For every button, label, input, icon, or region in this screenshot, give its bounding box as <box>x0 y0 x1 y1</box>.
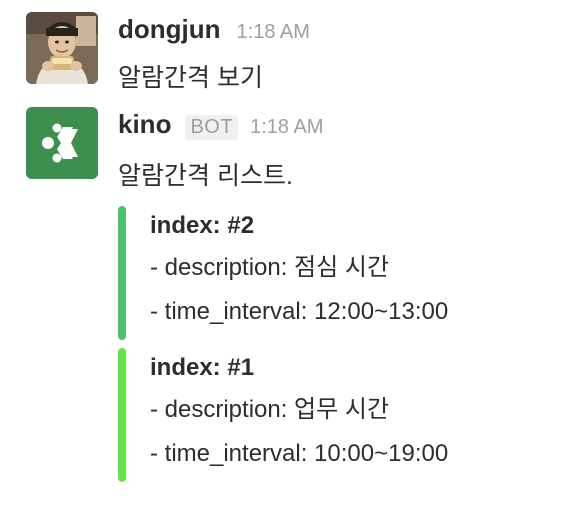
user-photo-icon <box>26 12 98 84</box>
attachment-field-time-interval: - time_interval: 10:00~19:00 <box>150 440 449 467</box>
sender-name[interactable]: kino <box>118 109 171 140</box>
attachment-field-description: - description: 점심 시간 <box>150 254 390 281</box>
attachment-title: index: #1 <box>150 354 255 381</box>
kino-logo-icon <box>26 107 98 179</box>
user-avatar[interactable] <box>26 12 98 84</box>
message-header: dongjun 1:18 AM <box>118 14 310 54</box>
bot-badge: BOT <box>185 115 239 140</box>
sender-name[interactable]: dongjun <box>118 14 221 45</box>
attachment-field-description: - description: 업무 시간 <box>150 396 390 423</box>
message-timestamp[interactable]: 1:18 AM <box>237 21 310 44</box>
message-timestamp[interactable]: 1:18 AM <box>250 116 323 139</box>
bot-avatar[interactable] <box>26 107 98 179</box>
attachment-index-2: index: #2 - description: 점심 시간 - time_in… <box>118 206 558 340</box>
message-header: kino BOT 1:18 AM <box>118 109 323 149</box>
attachment-content: index: #1 - description: 업무 시간 - time_in… <box>150 348 558 476</box>
message-dongjun: dongjun 1:18 AM 알람간격 보기 <box>0 0 584 100</box>
attachment-field-time-interval: - time_interval: 12:00~13:00 <box>150 298 449 325</box>
message-kino: kino BOT 1:18 AM 알람간격 리스트. index: #2 - d… <box>0 100 584 518</box>
message-text: 알람간격 보기 <box>118 64 263 92</box>
attachment-index-1: index: #1 - description: 업무 시간 - time_in… <box>118 348 558 482</box>
message-text: 알람간격 리스트. <box>118 162 293 190</box>
attachment-color-bar <box>118 206 126 340</box>
attachment-content: index: #2 - description: 점심 시간 - time_in… <box>150 206 558 334</box>
attachment-color-bar <box>118 348 126 482</box>
attachment-title: index: #2 <box>150 212 255 239</box>
